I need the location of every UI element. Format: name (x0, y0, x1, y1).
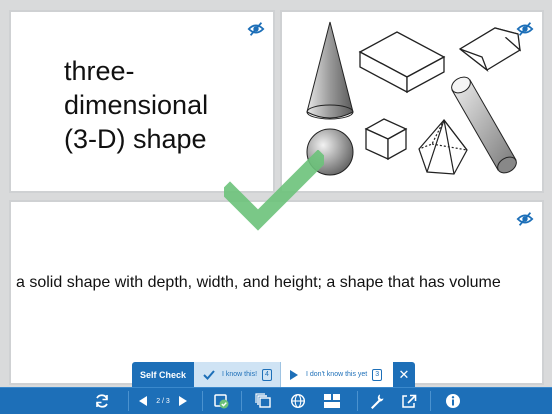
toolbar-divider (430, 391, 431, 411)
term-line: (3-D) shape (64, 124, 207, 154)
close-button[interactable]: ✕ (393, 362, 415, 387)
flashcard-check-icon (214, 394, 229, 409)
i-know-this-label: I know this! (222, 371, 258, 378)
unknown-count-badge: 3 (372, 368, 383, 381)
share-icon (402, 394, 417, 408)
term-line: dimensional (64, 90, 209, 120)
toolbar-divider (241, 391, 242, 411)
globe-icon (290, 393, 306, 409)
eye-slash-icon[interactable] (516, 20, 534, 38)
info-icon (446, 394, 460, 408)
eye-slash-icon[interactable] (247, 20, 265, 38)
toolbar-divider (128, 391, 129, 411)
play-icon (290, 369, 298, 380)
prev-arrow-icon (139, 396, 147, 406)
i-dont-know-label: I don't know this yet (306, 371, 368, 378)
toolbar-divider (357, 391, 358, 411)
box-shape (358, 31, 446, 94)
next-arrow-icon (179, 396, 187, 406)
refresh-button[interactable] (90, 388, 114, 414)
cube-shape (364, 118, 408, 161)
next-button[interactable] (176, 388, 190, 414)
pyramid-shape (418, 119, 468, 175)
info-button[interactable] (442, 388, 464, 414)
refresh-icon (96, 394, 108, 408)
definition-text: a solid shape with depth, width, and hei… (16, 274, 501, 291)
term-line: three- (64, 56, 135, 86)
toolbar-divider (202, 391, 203, 411)
cone-shape (306, 21, 354, 120)
layout-button[interactable] (320, 388, 344, 414)
term-text: three- dimensional (3-D) shape (64, 54, 208, 156)
game-mode-button[interactable] (210, 388, 232, 414)
page-indicator: 2 / 3 (156, 397, 170, 405)
stacked-cards-icon (255, 393, 271, 408)
self-check-panel: Self Check I know this! 4 I don't know t… (132, 362, 415, 387)
previous-button[interactable] (136, 388, 150, 414)
eye-slash-icon[interactable] (516, 210, 534, 228)
wrench-icon (371, 394, 384, 409)
self-check-title: Self Check (139, 369, 187, 380)
prism-shape (458, 27, 522, 72)
i-know-this-button[interactable]: I know this! 4 (194, 362, 281, 387)
known-count-badge: 4 (262, 368, 272, 381)
bottom-toolbar: 2 / 3 (0, 387, 552, 414)
tools-button[interactable] (366, 388, 388, 414)
check-icon (203, 369, 215, 380)
language-button[interactable] (287, 388, 309, 414)
checkmark-icon (224, 150, 324, 231)
i-dont-know-button[interactable]: I don't know this yet 3 (281, 362, 393, 387)
share-button[interactable] (398, 388, 420, 414)
layout-grid-icon (324, 394, 340, 408)
stack-button[interactable] (252, 388, 274, 414)
